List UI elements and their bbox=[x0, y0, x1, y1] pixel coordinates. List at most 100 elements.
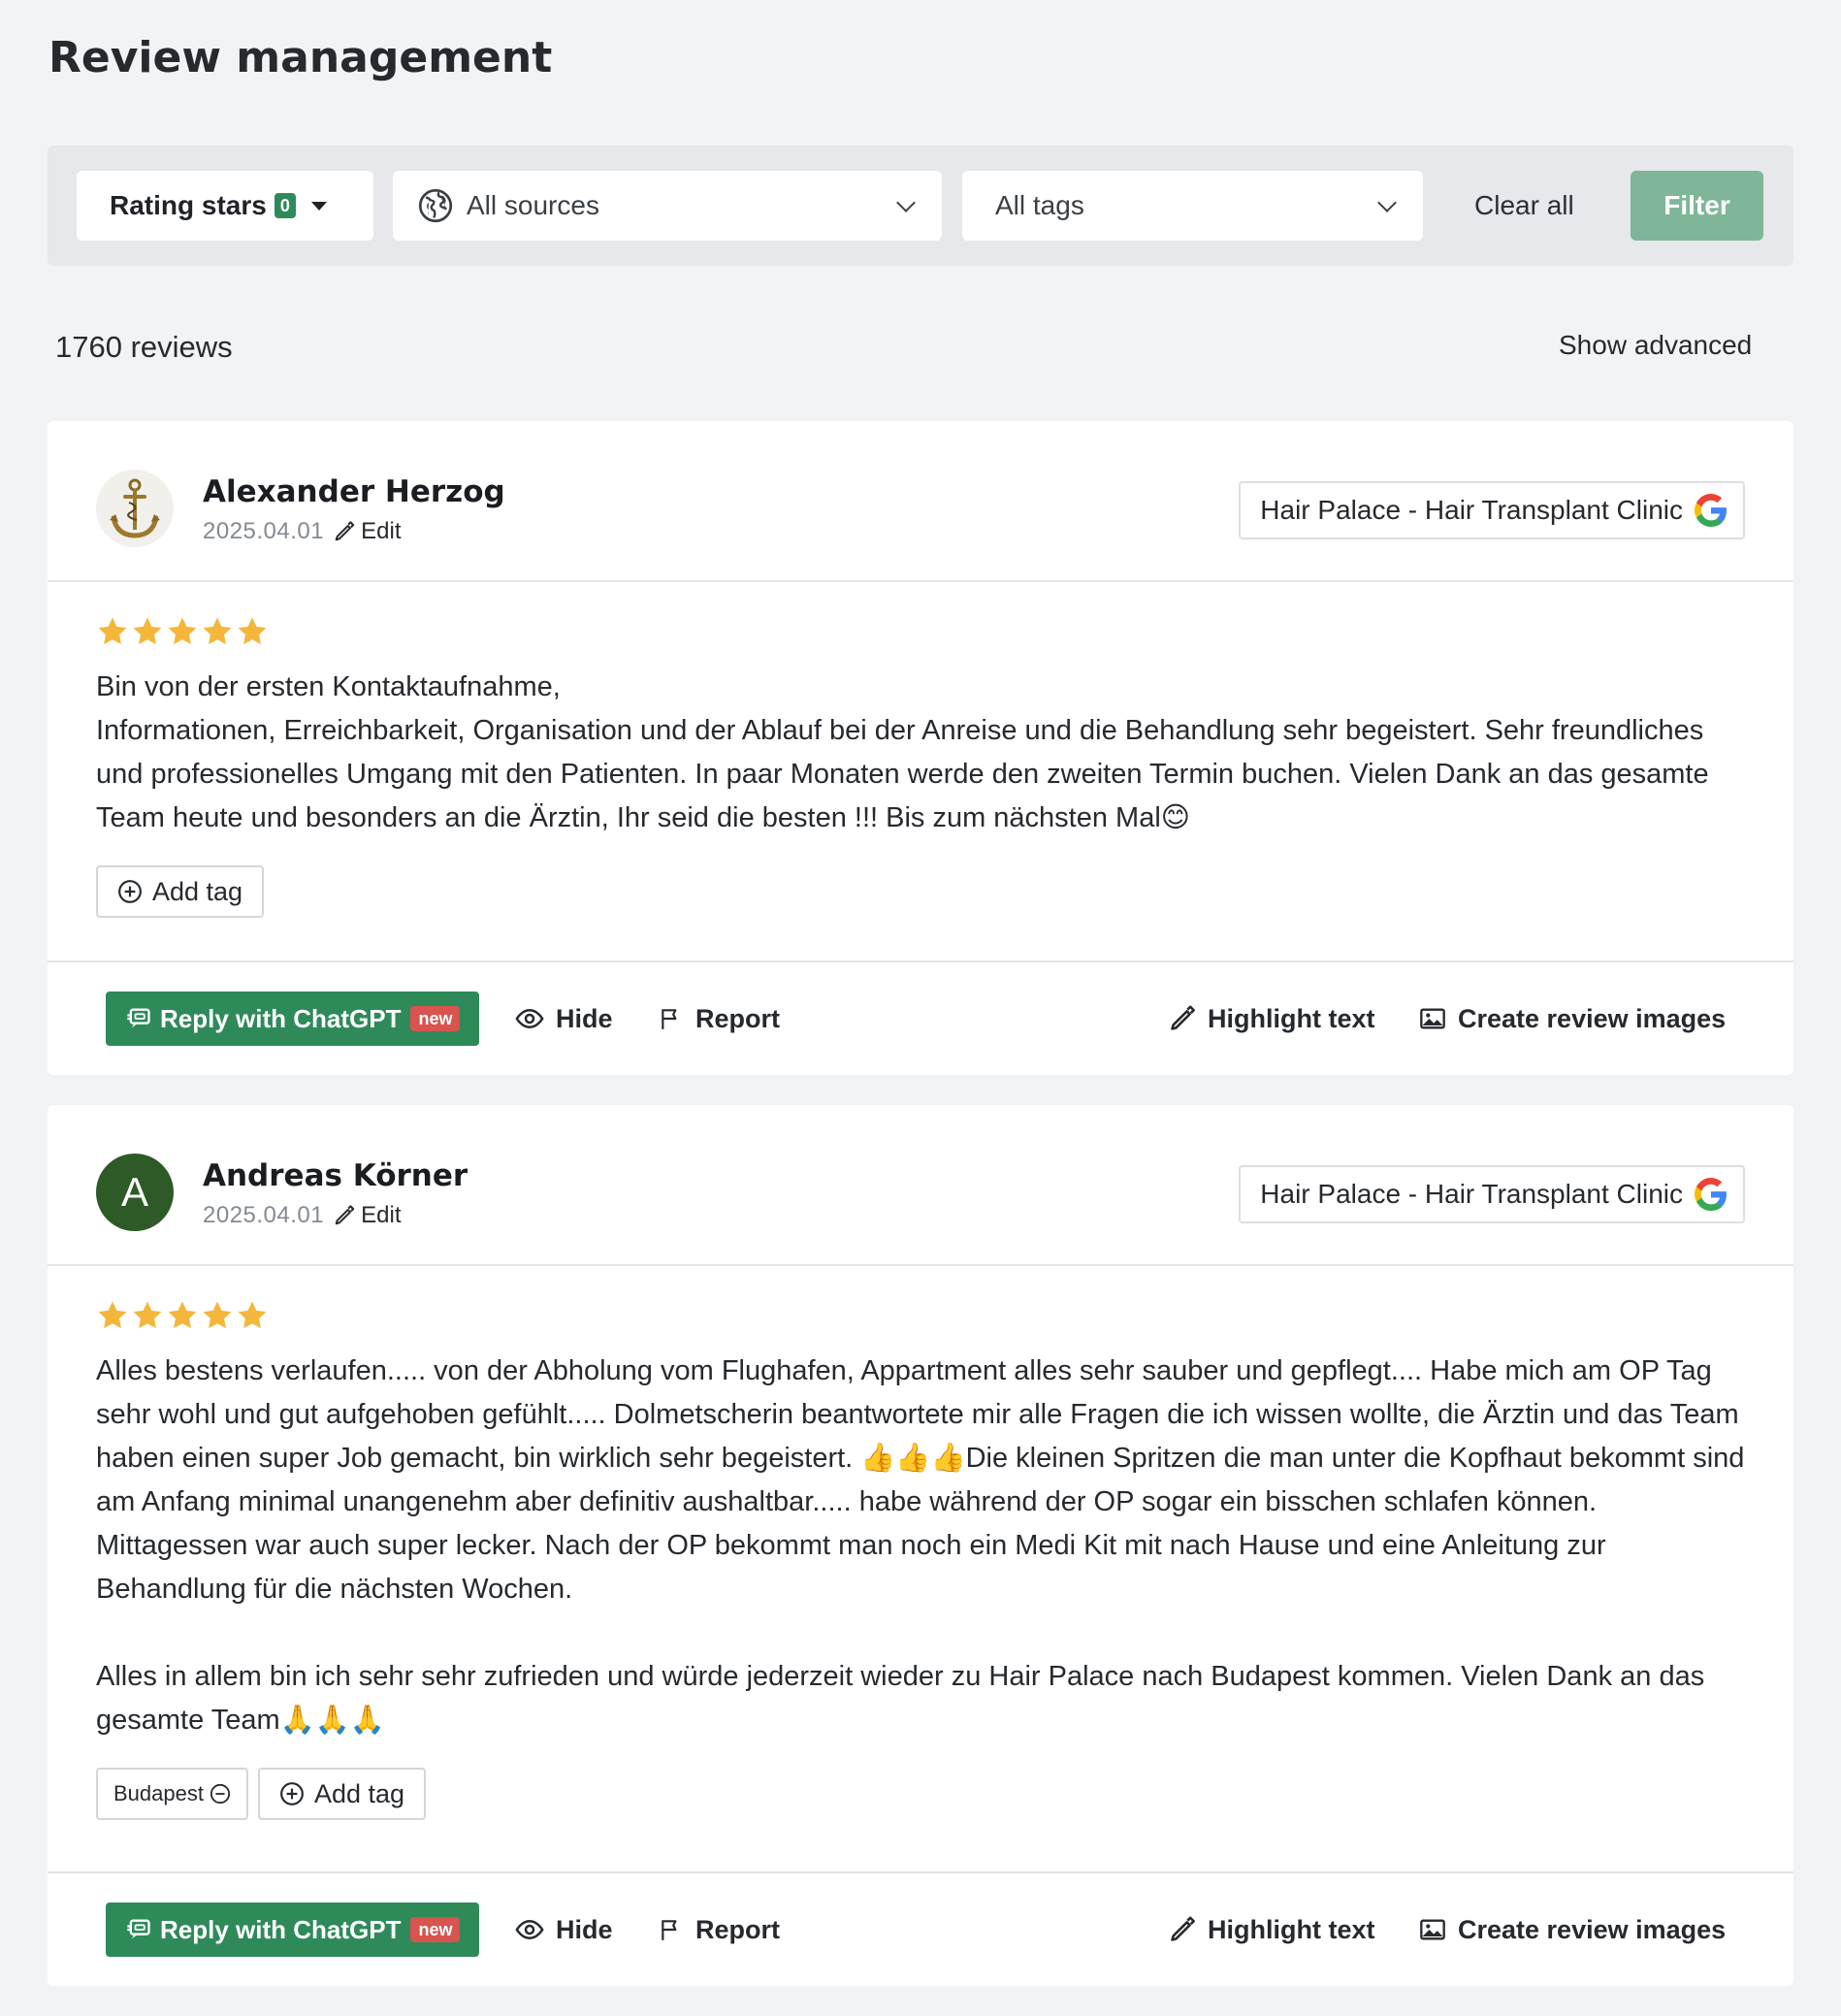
review-date: 2025.04.01 bbox=[203, 1202, 325, 1228]
google-icon bbox=[1695, 494, 1727, 527]
reply-chatgpt-button[interactable]: Reply with ChatGPT new bbox=[106, 1902, 480, 1957]
star-icon bbox=[203, 1301, 232, 1329]
highlight-label: Highlight text bbox=[1208, 1003, 1375, 1033]
rating-stars-dropdown[interactable]: Rating stars 0 bbox=[77, 171, 373, 241]
highlight-label: Highlight text bbox=[1208, 1914, 1375, 1944]
report-label: Report bbox=[695, 1914, 780, 1944]
source-name: Hair Palace - Hair Transplant Clinic bbox=[1260, 495, 1683, 525]
review-count: 1760 reviews bbox=[55, 330, 233, 364]
review-header: Alexander Herzog 2025.04.01 Edit Hair Pa… bbox=[48, 421, 1793, 582]
star-icon bbox=[203, 617, 232, 645]
add-tag-button[interactable]: Add tag bbox=[96, 865, 265, 918]
review-meta: 2025.04.01 Edit bbox=[203, 518, 401, 545]
flag-icon bbox=[662, 1920, 677, 1940]
tags-select[interactable]: All tags bbox=[962, 171, 1423, 241]
add-tag-label: Add tag bbox=[152, 876, 243, 906]
new-badge: new bbox=[410, 1917, 461, 1942]
add-tag-label: Add tag bbox=[313, 1778, 405, 1808]
create-images-label: Create review images bbox=[1458, 1914, 1727, 1944]
star-icon bbox=[168, 617, 197, 645]
star-icon bbox=[98, 1301, 127, 1329]
star-icon bbox=[168, 1301, 197, 1329]
star-icon bbox=[98, 617, 127, 645]
plus-circle-icon bbox=[280, 1782, 304, 1805]
minus-circle-icon[interactable] bbox=[210, 1783, 231, 1805]
create-images-label: Create review images bbox=[1458, 1003, 1727, 1033]
pencil-icon bbox=[335, 521, 355, 541]
image-icon bbox=[1420, 1919, 1445, 1940]
show-advanced-link[interactable]: Show advanced bbox=[1559, 330, 1752, 361]
review-body: Bin von der ersten Kontaktaufnahme, Info… bbox=[48, 582, 1793, 918]
eye-icon bbox=[515, 1008, 544, 1029]
review-actions: Reply with ChatGPT new Hide Report Highl… bbox=[48, 1871, 1793, 1986]
pencil-icon bbox=[1171, 1916, 1195, 1941]
reply-chatgpt-label: Reply with ChatGPT bbox=[160, 1003, 402, 1033]
flag-icon bbox=[662, 1009, 677, 1029]
highlight-text-button[interactable]: Highlight text bbox=[1169, 1902, 1374, 1957]
review-text: Alles bestens verlaufen..... von der Abh… bbox=[96, 1355, 1745, 1736]
source-badge[interactable]: Hair Palace - Hair Transplant Clinic bbox=[1239, 1165, 1745, 1223]
star-icon bbox=[133, 1301, 162, 1329]
review-date: 2025.04.01 bbox=[203, 518, 325, 544]
source-badge[interactable]: Hair Palace - Hair Transplant Clinic bbox=[1239, 481, 1745, 539]
tags-value: All tags bbox=[995, 190, 1084, 220]
page-title: Review management bbox=[48, 33, 553, 82]
star-rating bbox=[96, 611, 1745, 652]
rating-count-badge: 0 bbox=[274, 193, 296, 218]
image-icon bbox=[1420, 1008, 1445, 1029]
hide-label: Hide bbox=[556, 1914, 613, 1944]
chat-bot-icon bbox=[127, 1919, 150, 1939]
hide-label: Hide bbox=[556, 1003, 613, 1033]
edit-label: Edit bbox=[361, 1202, 402, 1228]
report-button[interactable]: Report bbox=[659, 992, 780, 1046]
tags-row: Budapest Add tag bbox=[96, 1768, 1745, 1820]
star-icon bbox=[133, 617, 162, 645]
source-name: Hair Palace - Hair Transplant Clinic bbox=[1260, 1179, 1683, 1209]
google-icon bbox=[1695, 1178, 1727, 1211]
reviewer-name: Alexander Herzog bbox=[203, 474, 505, 509]
edit-label: Edit bbox=[361, 518, 402, 544]
tags-row: Add tag bbox=[96, 865, 1745, 918]
tag-label: Budapest bbox=[113, 1781, 204, 1805]
reviewer-name: Andreas Körner bbox=[203, 1158, 468, 1193]
review-actions: Reply with ChatGPT new Hide Report Highl… bbox=[48, 960, 1793, 1075]
report-button[interactable]: Report bbox=[659, 1902, 780, 1957]
edit-date-button[interactable]: Edit bbox=[334, 1202, 401, 1229]
create-review-images-button[interactable]: Create review images bbox=[1419, 1902, 1726, 1957]
create-review-images-button[interactable]: Create review images bbox=[1419, 992, 1726, 1046]
review-body: Alles bestens verlaufen..... von der Abh… bbox=[48, 1266, 1793, 1820]
star-rating bbox=[96, 1295, 1745, 1336]
review-card: Alexander Herzog 2025.04.01 Edit Hair Pa… bbox=[48, 421, 1793, 1075]
reply-chatgpt-label: Reply with ChatGPT bbox=[160, 1914, 402, 1944]
review-management-page: Review management Rating stars 0 All sou… bbox=[0, 0, 1841, 2016]
globe-icon bbox=[418, 188, 453, 223]
review-card: A Andreas Körner 2025.04.01 Edit Hair Pa… bbox=[48, 1105, 1793, 1986]
review-header: A Andreas Körner 2025.04.01 Edit Hair Pa… bbox=[48, 1105, 1793, 1266]
chevron-down-icon bbox=[896, 193, 916, 212]
rating-stars-label: Rating stars bbox=[110, 190, 267, 220]
avatar: A bbox=[96, 1154, 174, 1231]
clear-all-button[interactable]: Clear all bbox=[1474, 171, 1574, 241]
star-icon bbox=[238, 617, 267, 645]
filter-button[interactable]: Filter bbox=[1631, 171, 1763, 241]
filter-bar: Rating stars 0 All sources All tags Clea… bbox=[48, 146, 1793, 266]
tag-chip-budapest: Budapest bbox=[96, 1768, 248, 1820]
eye-icon bbox=[515, 1919, 544, 1940]
edit-date-button[interactable]: Edit bbox=[334, 518, 401, 545]
sources-select[interactable]: All sources bbox=[393, 171, 942, 241]
hide-button[interactable]: Hide bbox=[515, 1902, 613, 1957]
pencil-icon bbox=[1171, 1005, 1195, 1030]
highlight-text-button[interactable]: Highlight text bbox=[1169, 992, 1374, 1046]
review-meta: 2025.04.01 Edit bbox=[203, 1202, 401, 1229]
caret-down-icon bbox=[310, 201, 327, 211]
add-tag-button[interactable]: Add tag bbox=[257, 1768, 427, 1820]
sources-value: All sources bbox=[467, 190, 599, 220]
hide-button[interactable]: Hide bbox=[515, 992, 613, 1046]
anchor-icon bbox=[96, 470, 174, 547]
review-text: Bin von der ersten Kontaktaufnahme, Info… bbox=[96, 671, 1709, 833]
chevron-down-icon bbox=[1377, 193, 1397, 212]
pencil-icon bbox=[335, 1205, 355, 1225]
plus-circle-icon bbox=[118, 880, 142, 903]
chat-bot-icon bbox=[127, 1008, 150, 1028]
reply-chatgpt-button[interactable]: Reply with ChatGPT new bbox=[106, 992, 480, 1046]
